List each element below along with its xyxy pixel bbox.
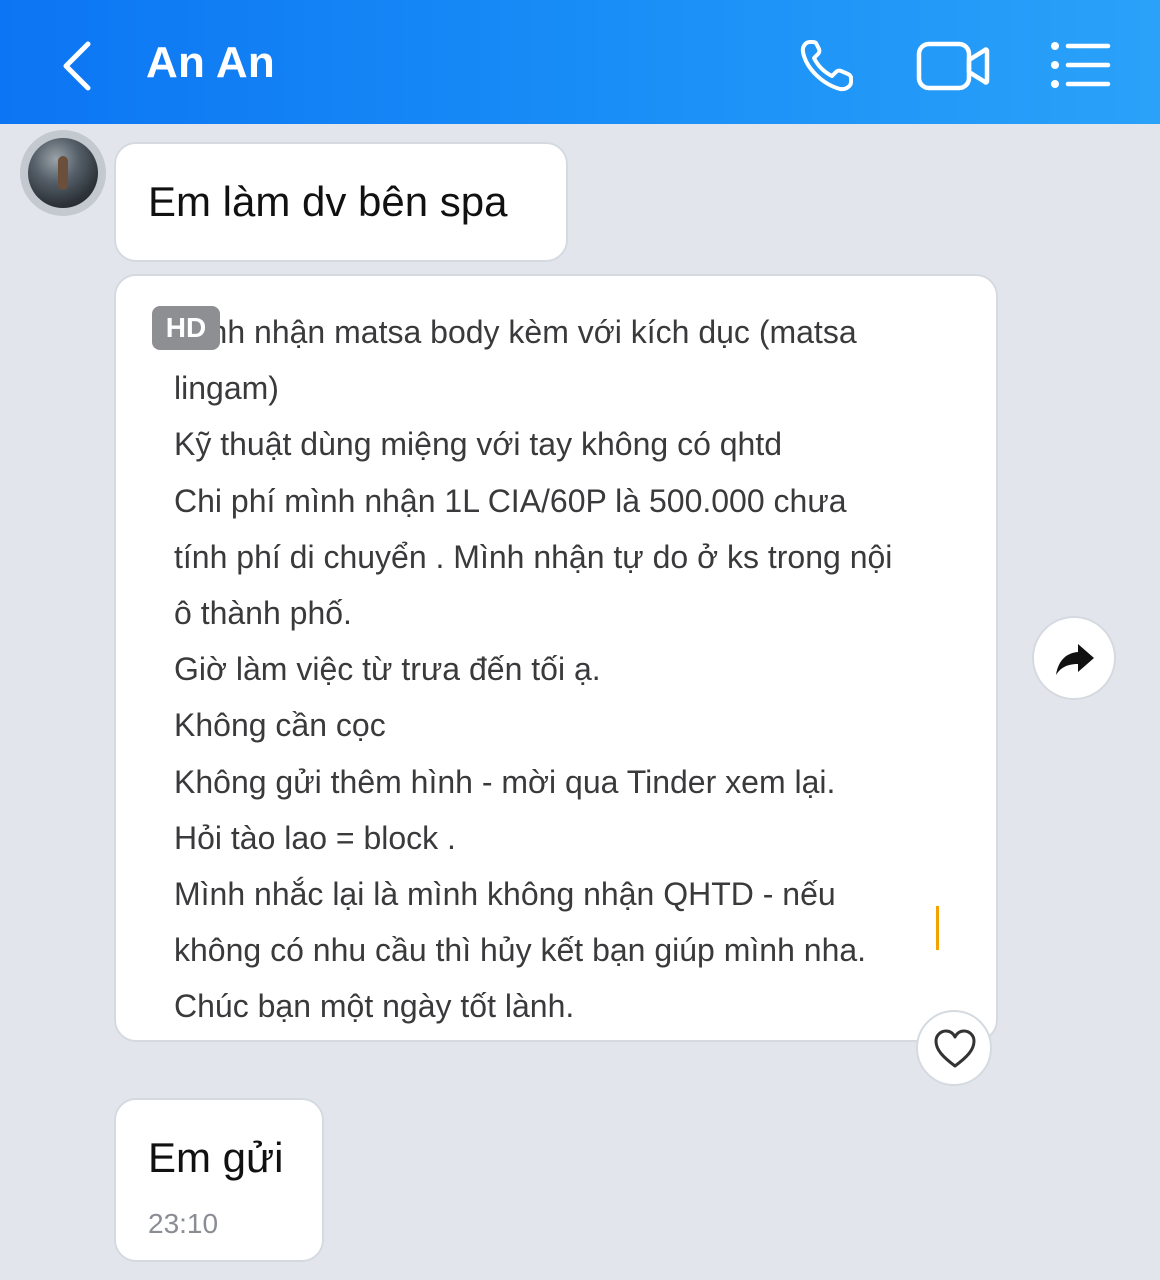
image-text-line: Hỏi tào lao = block . — [174, 819, 456, 856]
hd-badge: HD — [152, 306, 220, 350]
message-text: Em gửi — [148, 1134, 284, 1181]
image-text-content: Mình nhận matsa body kèm với kích dục (m… — [174, 304, 974, 1035]
message-image[interactable]: Mình nhận matsa body kèm với kích dục (m… — [136, 288, 976, 1028]
image-text-line: Không gửi thêm hình - mời qua Tinder xem… — [174, 763, 836, 800]
image-text-line: lingam) — [174, 370, 279, 407]
phone-icon — [800, 40, 853, 92]
back-button[interactable] — [52, 36, 104, 96]
message-bubble[interactable]: Em gửi 23:10 — [114, 1098, 324, 1262]
image-message-bubble[interactable]: Mình nhận matsa body kèm với kích dục (m… — [114, 274, 998, 1042]
menu-list-icon — [1051, 42, 1111, 88]
image-text-line: Mình nhắc lại là mình không nhận QHTD - … — [174, 876, 836, 913]
image-text-line: Chi phí mình nhận 1L CIA/60P là 500.000 … — [174, 482, 847, 519]
image-text-line: Kỹ thuật dùng miệng với tay không có qht… — [174, 426, 783, 463]
image-text-line: không có nhu cầu thì hủy kết bạn giúp mì… — [174, 932, 867, 969]
video-call-button[interactable] — [914, 38, 992, 94]
image-text-line: ô thành phố. — [174, 595, 352, 632]
text-caret — [936, 906, 939, 950]
image-text-line: Mình nhận matsa body kèm với kích dục (m… — [174, 314, 857, 350]
message-text: Em làm dv bên spa — [148, 178, 508, 225]
chevron-left-icon — [63, 41, 91, 91]
image-text-line: Giờ làm việc từ trưa đến tối ạ. — [174, 651, 601, 688]
image-text-line: Không cần cọc — [174, 707, 386, 744]
chat-screen: An An Em làm dv bên spa Mình nhận matsa … — [0, 0, 1160, 1280]
react-button[interactable] — [916, 1010, 992, 1086]
image-text-line: Chúc bạn một ngày tốt lành. — [174, 988, 575, 1025]
forward-button[interactable] — [1032, 616, 1116, 700]
video-call-icon — [916, 41, 990, 91]
chat-header: An An — [0, 0, 1160, 124]
avatar-photo — [28, 138, 98, 208]
share-forward-icon — [1056, 644, 1094, 675]
message-bubble[interactable]: Em làm dv bên spa — [114, 142, 568, 262]
contact-avatar[interactable] — [20, 130, 106, 216]
image-text-line: tính phí di chuyển . Mình nhận tự do ở k… — [174, 538, 893, 575]
menu-button[interactable] — [1046, 38, 1112, 92]
message-timestamp: 23:10 — [148, 1208, 219, 1239]
contact-name[interactable]: An An — [146, 38, 275, 88]
heart-outline-icon — [934, 1029, 976, 1068]
voice-call-button[interactable] — [796, 36, 860, 96]
